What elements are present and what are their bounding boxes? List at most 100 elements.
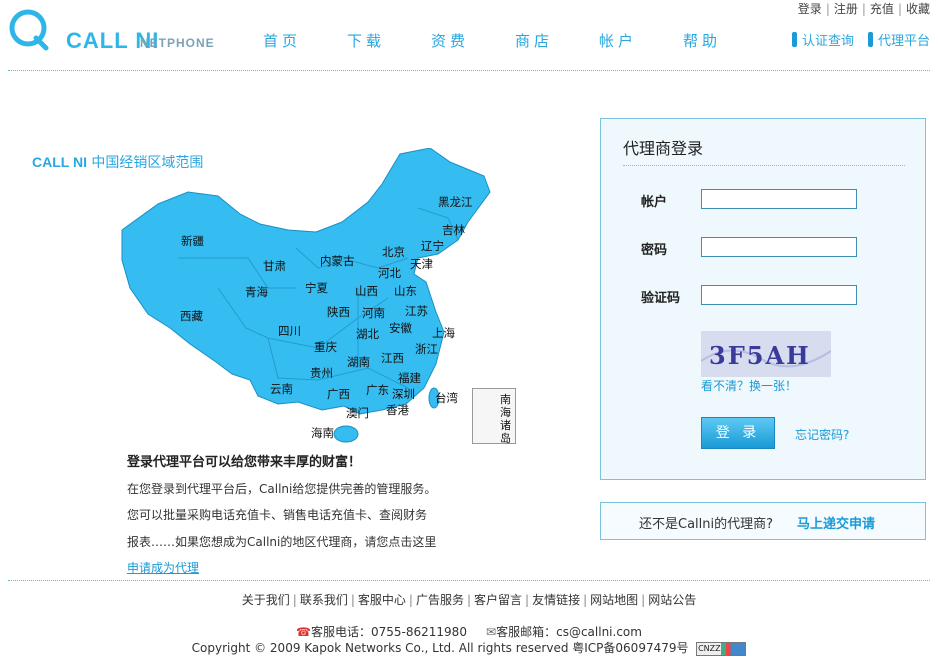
south-china-sea-inset: 南 海 诸 岛: [472, 388, 516, 445]
nav-store[interactable]: 商店: [492, 30, 576, 51]
main-nav: 首页 下载 资费 商店 帐户 帮助: [240, 30, 744, 51]
account-label: 帐户: [641, 195, 668, 210]
mail-icon: ✉: [486, 625, 497, 639]
intro-line-2: 您可以批量采购电话充值卡、销售电话充值卡、查阅财务: [127, 508, 428, 522]
password-label: 密码: [641, 243, 668, 258]
intro-line-3: 报表……如果您想成为Callni的地区代理商，请您点击这里: [127, 535, 437, 549]
prov-hainan[interactable]: 海南: [311, 425, 334, 441]
prov-neimenggu[interactable]: 内蒙古: [320, 253, 355, 269]
verify-query-link[interactable]: 认证查询: [791, 30, 854, 49]
footer-service[interactable]: 客服中心: [358, 593, 406, 607]
copyright-line: Copyright © 2009 Kapok Networks Co., Ltd…: [0, 639, 938, 656]
service-email[interactable]: 客服邮箱：cs@callni.com: [496, 625, 642, 639]
prov-guangdong[interactable]: 广东: [366, 382, 389, 398]
footer-contact[interactable]: 联系我们: [300, 593, 348, 607]
prov-zhejiang[interactable]: 浙江: [415, 341, 438, 357]
agent-platform-link[interactable]: 代理平台: [867, 30, 930, 49]
apply-agent-link[interactable]: 申请成为代理: [127, 559, 199, 576]
prov-qinghai[interactable]: 青海: [245, 284, 268, 300]
submit-application-link[interactable]: 马上递交申请: [797, 513, 875, 532]
prov-heilongjiang[interactable]: 黑龙江: [438, 194, 473, 210]
top-links: 登录 | 注册 | 充值 | 收藏: [797, 2, 930, 16]
verify-query-label: 认证查询: [801, 34, 854, 49]
nav-home[interactable]: 首页: [240, 30, 324, 51]
prov-macau[interactable]: 澳门: [346, 405, 369, 421]
prov-fujian[interactable]: 福建: [398, 370, 421, 386]
prov-jiangsu[interactable]: 江苏: [405, 303, 428, 319]
prov-shaanxi[interactable]: 陕西: [327, 304, 350, 320]
callni-logo-icon[interactable]: [8, 8, 52, 52]
intro-line-1: 在您登录到代理平台后，Callni给您提供完善的管理服务。: [127, 482, 437, 496]
prov-xinjiang[interactable]: 新疆: [181, 233, 204, 249]
prov-henan[interactable]: 河南: [362, 305, 385, 321]
prov-yunnan[interactable]: 云南: [270, 381, 293, 397]
cnzz-badge-icon[interactable]: CNZZ: [696, 641, 747, 656]
nav-account[interactable]: 帐户: [576, 30, 660, 51]
prov-anhui[interactable]: 安徽: [389, 320, 412, 336]
prov-ningxia[interactable]: 宁夏: [305, 280, 328, 296]
bullet-bar-icon: [791, 32, 797, 47]
login-button[interactable]: 登 录: [701, 417, 775, 449]
prov-hunan[interactable]: 湖南: [347, 354, 370, 370]
service-phone: 客服电话：0755-86211980: [311, 625, 467, 639]
sub-links: 认证查询 代理平台: [791, 30, 930, 49]
brand-subtitle: NETPHONE: [140, 36, 215, 50]
prov-tianjin[interactable]: 天津: [410, 256, 433, 272]
footer-friend-links[interactable]: 友情链接: [532, 593, 580, 607]
map-title-brand: CALL NI: [32, 154, 87, 170]
captcha-text: 3F5AH: [709, 341, 811, 370]
prov-jiangxi[interactable]: 江西: [381, 350, 404, 366]
hainan-island: [333, 425, 359, 443]
prov-hongkong[interactable]: 香港: [386, 402, 409, 418]
prov-shanxi[interactable]: 山西: [355, 283, 378, 299]
footer-about[interactable]: 关于我们: [242, 593, 290, 607]
intro-heading: 登录代理平台可以给您带来丰厚的财富！: [127, 455, 362, 470]
contact-info: ☎客服电话：0755-86211980 ✉客服邮箱：cs@callni.com: [0, 623, 938, 640]
recharge-link[interactable]: 充值: [870, 2, 894, 16]
copyright-text: Copyright © 2009 Kapok Networks Co., Ltd…: [191, 641, 689, 655]
footer-divider: [8, 580, 930, 581]
captcha-input[interactable]: [701, 285, 857, 305]
captcha-image[interactable]: 3F5AH: [701, 331, 831, 377]
register-link[interactable]: 注册: [834, 2, 858, 16]
password-input[interactable]: [701, 237, 857, 257]
agent-login-panel: 代理商登录 帐户 密码 验证码 3F5AH 看不清？换一张！ 登 录 忘记密码?: [600, 118, 926, 480]
bullet-bar-icon: [867, 32, 873, 47]
agent-platform-label: 代理平台: [877, 34, 930, 49]
prov-sichuan[interactable]: 四川: [278, 323, 301, 339]
cnzz-badge-label: CNZZ: [698, 643, 721, 653]
bookmark-link[interactable]: 收藏: [906, 2, 930, 16]
login-link[interactable]: 登录: [798, 2, 822, 16]
prov-jilin[interactable]: 吉林: [442, 222, 465, 238]
prov-shandong[interactable]: 山东: [394, 283, 417, 299]
prov-gansu[interactable]: 甘肃: [263, 258, 286, 274]
prov-taiwan[interactable]: 台湾: [435, 390, 458, 406]
prov-hebei[interactable]: 河北: [378, 265, 401, 281]
prov-chongqing[interactable]: 重庆: [314, 339, 337, 355]
prov-shanghai[interactable]: 上海: [432, 325, 455, 341]
prov-xizang[interactable]: 西藏: [180, 308, 203, 324]
nav-pricing[interactable]: 资费: [408, 30, 492, 51]
prov-shenzhen[interactable]: 深圳: [392, 386, 415, 402]
footer-links: 关于我们 | 联系我们 | 客服中心 | 广告服务 | 客户留言 | 友情链接 | 网站地图 | 网站公告: [241, 593, 697, 607]
prov-hubei[interactable]: 湖北: [356, 326, 379, 342]
login-title: 代理商登录: [623, 139, 704, 158]
footer-notice[interactable]: 网站公告: [648, 593, 696, 607]
footer-sitemap[interactable]: 网站地图: [590, 593, 638, 607]
nav-download[interactable]: 下载: [324, 30, 408, 51]
refresh-captcha-link[interactable]: 看不清？换一张！: [701, 377, 797, 394]
login-divider: [623, 165, 905, 166]
phone-icon: ☎: [296, 625, 311, 639]
prov-beijing[interactable]: 北京: [382, 244, 405, 260]
footer-ads[interactable]: 广告服务: [416, 593, 464, 607]
prov-liaoning[interactable]: 辽宁: [421, 238, 444, 254]
prov-guangxi[interactable]: 广西: [327, 386, 350, 402]
account-input[interactable]: [701, 189, 857, 209]
nav-help[interactable]: 帮助: [660, 30, 744, 51]
inset-label-4: 岛: [500, 432, 511, 445]
header-divider: [8, 70, 930, 71]
footer-feedback[interactable]: 客户留言: [474, 593, 522, 607]
apply-box: 还不是Callni的代理商? 马上递交申请: [600, 502, 926, 540]
forgot-password-link[interactable]: 忘记密码?: [795, 426, 849, 443]
prov-guizhou[interactable]: 贵州: [310, 365, 333, 381]
